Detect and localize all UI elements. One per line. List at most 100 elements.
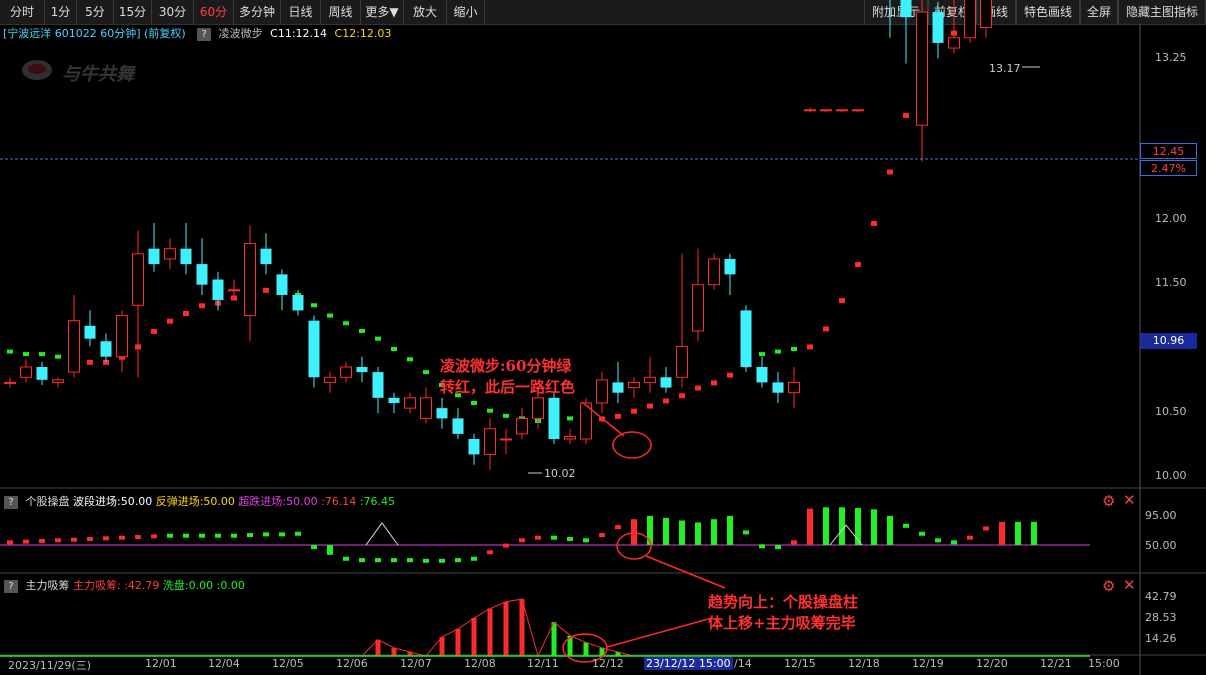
panel2-bar: [23, 539, 29, 544]
candle-body: [68, 320, 80, 373]
lingbo-dot: [55, 354, 61, 359]
panel2-bar: [343, 556, 349, 561]
panel2-bar: [295, 531, 301, 536]
lingbo-dot: [775, 349, 781, 354]
candle-body: [420, 397, 432, 419]
panel2-bar: [503, 543, 509, 548]
candle-body: [52, 379, 64, 383]
panel2-bar: [487, 550, 493, 555]
lingbo-dot: [407, 357, 413, 362]
lingbo-dot: [823, 326, 829, 332]
candle-body: [468, 438, 480, 455]
time-label: 12/11: [527, 657, 559, 670]
lingbo-dot: [871, 220, 877, 226]
panel2-bar: [839, 507, 845, 545]
marker-price-tag: 10.96: [1140, 333, 1197, 349]
lingbo-dot: [567, 416, 573, 421]
panel2-close-icon[interactable]: ✕: [1123, 491, 1136, 509]
annotation-lingbo: 凌波微步:60分钟绿 转红，此后一路红色: [440, 356, 575, 398]
lingbo-dot: [807, 344, 813, 350]
panel2-tick: 50.00: [1145, 539, 1177, 552]
panel2-triangle: [365, 522, 399, 546]
panel2-bar: [759, 544, 765, 549]
candle-body: [708, 258, 720, 286]
candle-body: [196, 264, 208, 285]
lingbo-dot: [7, 349, 13, 354]
candle-body: [356, 366, 368, 373]
candle-body: [964, 0, 976, 39]
time-label: 12/06: [336, 657, 368, 670]
panel2-f1: 波段进场:50.00: [73, 495, 153, 508]
candle-body: [596, 379, 608, 404]
help-icon[interactable]: ?: [4, 579, 18, 593]
panel3-close-icon[interactable]: ✕: [1123, 576, 1136, 594]
time-label: 12/21: [1040, 657, 1072, 670]
annotation-line: 趋势向上：个股操盘柱: [708, 593, 859, 611]
panel2-bar: [807, 508, 813, 545]
lingbo-dot: [487, 408, 493, 413]
panel2-bar: [887, 515, 893, 545]
panel2-bar: [599, 533, 605, 538]
panel3-f3: 洗盘:0.00: [162, 579, 214, 592]
panel2-bar: [471, 556, 477, 561]
annotation-arrow: [606, 617, 713, 648]
lingbo-dot: [647, 403, 653, 409]
candle-body: [84, 325, 96, 339]
panel3-settings-icon[interactable]: ⚙: [1102, 577, 1115, 595]
lingbo-dot: [839, 298, 845, 304]
panel2-bar: [615, 525, 621, 530]
panel2-bar: [583, 538, 589, 543]
panel2-bar: [39, 538, 45, 543]
panel2-bar: [631, 519, 637, 545]
panel2-bar: [151, 534, 157, 539]
panel2-bar: [1031, 521, 1037, 545]
annotation-circle: [612, 431, 652, 459]
panel2-bar: [567, 537, 573, 541]
lingbo-dot: [199, 303, 205, 309]
lingbo-dot: [631, 408, 637, 414]
panel2-settings-icon[interactable]: ⚙: [1102, 492, 1115, 510]
panel3-bar: [519, 599, 525, 656]
panel2-bar: [983, 526, 989, 531]
candle-body: [20, 366, 32, 378]
panel2-header: ? 个股操盘 波段进场:50.00 反弹进场:50.00 超跌进场:50.00 …: [0, 493, 395, 510]
help-icon[interactable]: ?: [4, 495, 18, 509]
panel3-f2: :42.79: [124, 579, 160, 592]
lingbo-dot: [359, 328, 365, 333]
candle-body: [260, 248, 272, 265]
time-label: 2023/11/29(三): [8, 659, 91, 672]
low-price-label: 10.02: [544, 467, 576, 480]
price-tick: 13.25: [1155, 51, 1187, 64]
kline-chart-area[interactable]: [0, 0, 1206, 675]
candle-body: [740, 310, 752, 367]
panel2-bar: [247, 533, 253, 538]
candle-body: [324, 376, 336, 383]
candle-body: [484, 428, 496, 455]
candle-body: [164, 248, 176, 260]
panel2-name[interactable]: 个股操盘: [26, 495, 70, 508]
candle-body: [340, 366, 352, 378]
candle-body: [676, 345, 688, 378]
price-tick: 10.50: [1155, 405, 1187, 418]
crosshair-time-label: 23/12/12 15:00: [644, 657, 733, 670]
time-label: 12/15: [784, 657, 816, 670]
panel2-bar: [71, 537, 77, 542]
candle-body: [612, 382, 624, 393]
price-tick: 10.00: [1155, 469, 1187, 482]
lingbo-dot: [87, 359, 93, 365]
panel3-tick: 28.53: [1145, 611, 1177, 624]
panel2-bar: [279, 532, 285, 537]
panel2-bar: [823, 507, 829, 545]
lingbo-dot: [375, 336, 381, 341]
panel2-f5: :76.45: [359, 495, 396, 508]
panel2-f2: 反弹进场:50.00: [155, 495, 235, 508]
candle-body: [4, 381, 16, 384]
panel3-name[interactable]: 主力吸筹: [26, 579, 70, 592]
panel2-bar: [871, 509, 877, 545]
candle-body: [724, 258, 736, 275]
panel2-f3: 超跌进场:50.00: [238, 495, 318, 508]
panel2-bar: [167, 533, 173, 538]
panel2-bar: [919, 531, 925, 536]
panel2-f4: :76.14: [321, 495, 357, 508]
high-price-label: 13.17: [989, 62, 1021, 75]
